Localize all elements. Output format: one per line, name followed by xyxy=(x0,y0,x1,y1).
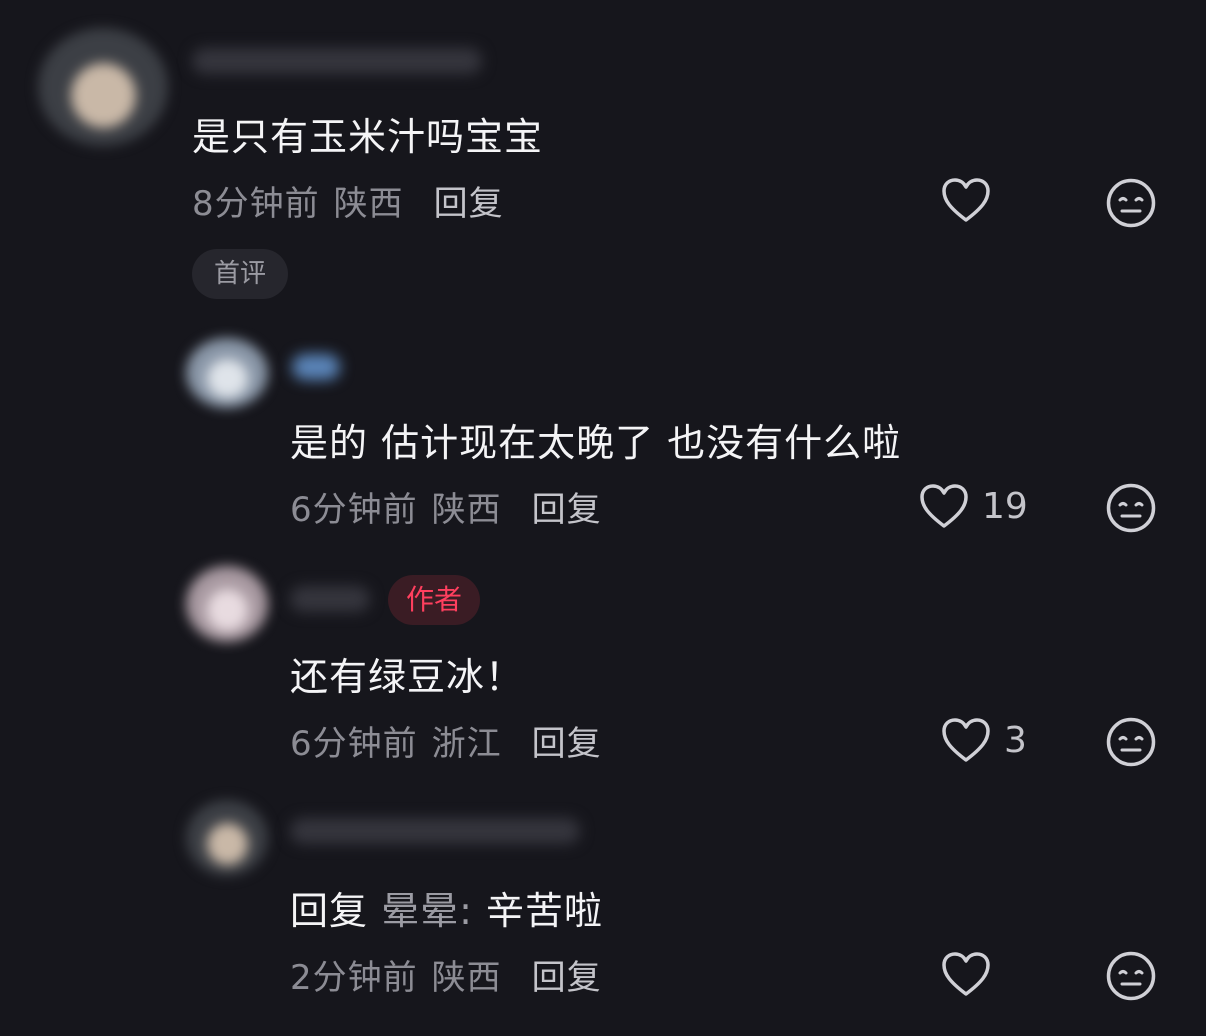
author-badge: 作者 xyxy=(388,575,481,625)
like-count: 19 xyxy=(982,485,1028,527)
avatar[interactable] xyxy=(186,338,268,408)
first-comment-badge: 首评 xyxy=(192,249,288,299)
username[interactable] xyxy=(292,354,340,380)
heart-outline-icon xyxy=(940,176,992,224)
comment-text: 是只有玉米汁吗宝宝 xyxy=(192,115,544,159)
meh-face-icon xyxy=(1105,178,1157,233)
comment-item: 是只有玉米汁吗宝宝 8分钟前 陕西 回复 首评 xyxy=(0,0,1206,300)
meh-face-icon xyxy=(1105,483,1157,538)
dislike-button[interactable] xyxy=(1105,950,1157,1006)
comment-time: 6分钟前 xyxy=(290,724,418,764)
like-button[interactable] xyxy=(940,176,992,224)
comment-time: 6分钟前 xyxy=(290,490,418,530)
comment-location: 陕西 xyxy=(431,490,502,530)
like-button[interactable] xyxy=(940,950,992,998)
comment-text: 回复 晕晕: 辛苦啦 xyxy=(290,880,603,935)
avatar[interactable] xyxy=(186,800,268,876)
heart-outline-icon xyxy=(940,950,992,998)
meh-face-icon xyxy=(1105,951,1157,1006)
username[interactable] xyxy=(290,586,370,612)
avatar[interactable] xyxy=(38,28,168,146)
reply-button[interactable]: 回复 xyxy=(532,958,602,998)
comment-list: 是只有玉米汁吗宝宝 8分钟前 陕西 回复 首评 是的 估计现在太晚了 也没有什么… xyxy=(0,0,1206,1036)
comment-meta: 8分钟前 陕西 回复 xyxy=(192,176,504,225)
comment-meta: 6分钟前 浙江 回复 xyxy=(290,716,602,765)
comment-meta: 6分钟前 陕西 回复 xyxy=(290,482,602,531)
comment-location: 陕西 xyxy=(431,958,502,998)
reply-target[interactable]: 晕晕: xyxy=(381,889,473,933)
reply-prefix: 回复 xyxy=(290,889,369,933)
comment-meta: 2分钟前 陕西 回复 xyxy=(290,950,602,999)
heart-outline-icon xyxy=(918,482,970,530)
username[interactable] xyxy=(192,48,482,74)
comment-time: 8分钟前 xyxy=(192,184,320,224)
like-count: 3 xyxy=(1004,719,1027,761)
like-button[interactable]: 19 xyxy=(918,482,1028,530)
reply-button[interactable]: 回复 xyxy=(434,184,504,224)
comment-location: 浙江 xyxy=(431,724,502,764)
avatar[interactable] xyxy=(186,566,268,642)
username[interactable] xyxy=(290,818,580,844)
comment-location: 陕西 xyxy=(333,184,404,224)
comment-text: 是的 估计现在太晚了 也没有什么啦 xyxy=(290,421,902,465)
reply-button[interactable]: 回复 xyxy=(532,490,602,530)
meh-face-icon xyxy=(1105,717,1157,772)
reply-text: 辛苦啦 xyxy=(486,889,604,933)
comment-time: 2分钟前 xyxy=(290,958,418,998)
dislike-button[interactable] xyxy=(1105,177,1157,233)
heart-outline-icon xyxy=(940,716,992,764)
reply-button[interactable]: 回复 xyxy=(532,724,602,764)
comment-text: 还有绿豆冰！ xyxy=(290,655,525,699)
dislike-button[interactable] xyxy=(1105,482,1157,538)
dislike-button[interactable] xyxy=(1105,716,1157,772)
like-button[interactable]: 3 xyxy=(940,716,1027,764)
